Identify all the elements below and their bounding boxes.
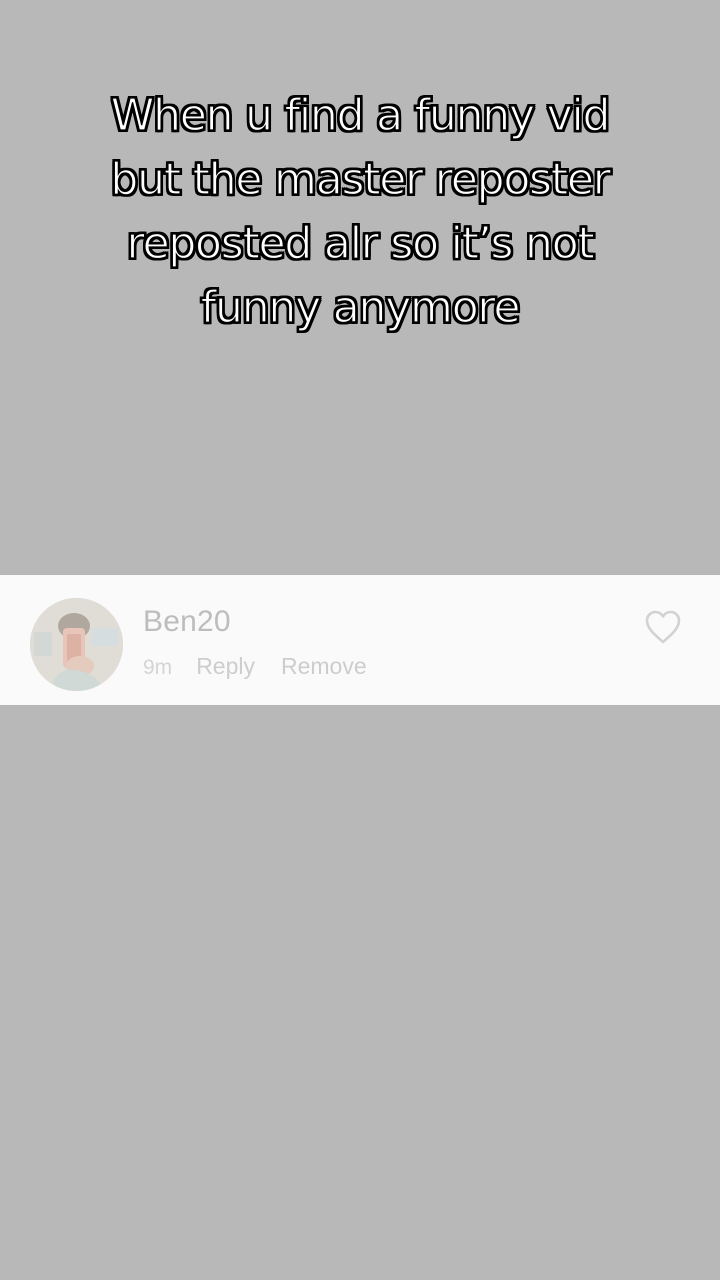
- avatar[interactable]: [30, 598, 123, 691]
- comment-card: Ben20 9m Reply Remove: [0, 575, 720, 705]
- comment-username[interactable]: Ben20: [143, 605, 231, 639]
- caption-line: When u find a funny vid: [110, 89, 611, 141]
- comment-timestamp: 9m: [143, 656, 173, 679]
- remove-button[interactable]: Remove: [281, 653, 367, 680]
- avatar-photo-icon: [30, 598, 123, 691]
- comment-meta: 9m Reply Remove: [143, 653, 393, 680]
- heart-outline-icon[interactable]: [643, 608, 683, 646]
- reply-button[interactable]: Reply: [196, 653, 255, 680]
- caption-line: reposted alr so it’s not: [126, 217, 595, 269]
- caption-line: but the master reposter: [110, 153, 612, 205]
- meme-caption: When u find a funny vid but the master r…: [40, 84, 680, 340]
- caption-line: funny anymore: [200, 281, 521, 333]
